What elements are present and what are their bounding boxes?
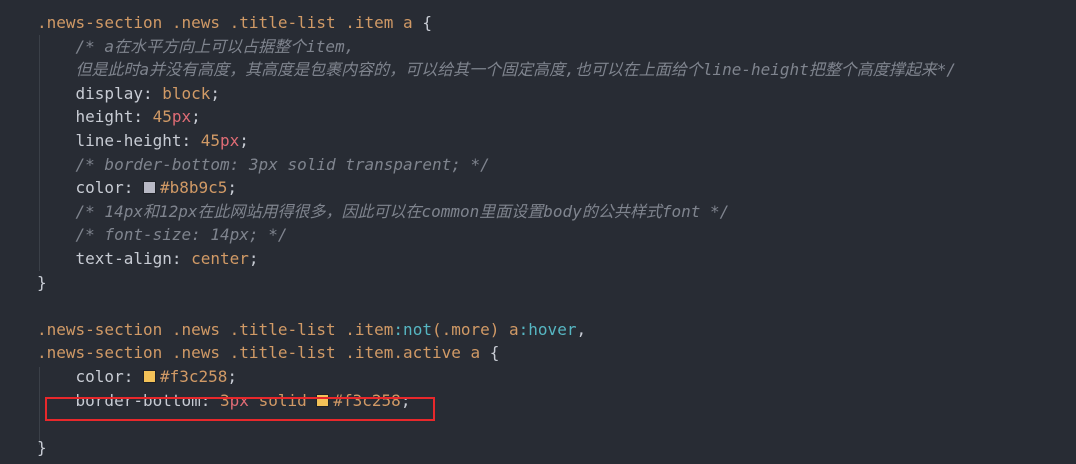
code-line[interactable]: border-bottom: 3px solid #f3c258; (37, 389, 411, 413)
code-line[interactable]: .news-section .news .title-list .item a … (37, 11, 432, 35)
code-token: ; (248, 249, 259, 268)
code-line[interactable]: color: #b8b9c5; (37, 176, 238, 200)
code-token: ; (227, 367, 238, 386)
code-line[interactable]: display: block; (37, 82, 221, 106)
code-token: text-align (37, 249, 172, 268)
code-line[interactable]: color: #f3c258; (37, 365, 238, 389)
code-token: ; (191, 107, 201, 127)
code-token: #f3c258 (159, 367, 228, 386)
code-token: : (200, 390, 221, 410)
code-token: height (37, 107, 134, 127)
code-token: { (480, 343, 500, 363)
code-line[interactable]: .news-section .news .title-list .item:no… (37, 318, 586, 342)
color-swatch (142, 370, 156, 383)
code-token: /* font-size: 14px; */ (37, 225, 288, 245)
code-token: #b8b9c5 (159, 178, 228, 198)
code-token: 但是此时a并没有高度，其高度是包裹内容的，可以给其一个固定高度,也可以在上面给个… (37, 60, 957, 80)
code-token: , (576, 319, 587, 339)
code-token: ; (227, 178, 238, 198)
code-line[interactable]: } (37, 271, 47, 295)
code-token: : (181, 131, 201, 150)
code-line[interactable]: line-height: 45px; (37, 129, 249, 153)
code-token: ; (210, 83, 221, 103)
code-line[interactable]: text-align: center; (37, 247, 259, 271)
code-token: color (37, 367, 124, 386)
code-token: .news-section .news .title-list .item (37, 319, 394, 339)
code-token: .news-section .news .title-list .item a (37, 13, 413, 32)
code-line[interactable]: /* border-bottom: 3px solid transparent;… (37, 153, 490, 177)
code-token: (.more) (431, 319, 500, 339)
code-line[interactable]: height: 45px; (37, 105, 201, 129)
code-token: ; (239, 131, 249, 150)
code-token: block (162, 83, 211, 103)
code-token: : (123, 178, 143, 198)
code-token: px (220, 131, 240, 150)
code-token: } (37, 272, 47, 292)
code-token: : (171, 249, 192, 268)
code-line[interactable]: /* 14px和12px在此网站用得很多，因此可以在common里面设置body… (37, 200, 730, 224)
code-token: 45 (152, 107, 172, 127)
code-token: :not (393, 319, 432, 339)
code-token: solid (248, 390, 317, 410)
code-token: /* border-bottom: 3px solid transparent;… (37, 154, 490, 174)
color-swatch (142, 181, 156, 195)
code-token: #f3c258 (333, 390, 401, 410)
code-token: .news-section .news .title-list .item.ac… (37, 343, 481, 363)
code-token: : (142, 83, 163, 103)
code-token: 45 (200, 131, 221, 150)
code-token: border-bottom (37, 390, 201, 410)
code-token: : (123, 367, 143, 386)
code-token: :hover (518, 319, 577, 339)
code-token: } (37, 437, 47, 457)
code-line[interactable]: /* font-size: 14px; */ (37, 223, 288, 247)
code-token: : (133, 107, 153, 127)
code-line[interactable]: /* a在水平方向上可以占据整个item, (37, 35, 355, 59)
code-token: px (171, 107, 192, 127)
code-editor[interactable]: .news-section .news .title-list .item a … (0, 0, 1076, 464)
color-swatch (316, 393, 330, 407)
code-token: display (37, 83, 143, 103)
code-token: a (499, 319, 519, 339)
code-token: center (191, 249, 249, 268)
code-line[interactable]: .news-section .news .title-list .item.ac… (37, 341, 499, 365)
code-token: px (229, 390, 249, 410)
code-token: ; (400, 390, 411, 410)
code-token: color (37, 178, 124, 198)
code-line[interactable]: } (37, 436, 47, 460)
code-line[interactable]: 但是此时a并没有高度，其高度是包裹内容的，可以给其一个固定高度,也可以在上面给个… (37, 58, 957, 82)
code-token: /* 14px和12px在此网站用得很多，因此可以在common里面设置body… (37, 201, 730, 221)
code-token: { (412, 13, 432, 32)
code-token: /* a在水平方向上可以占据整个item, (37, 36, 355, 56)
code-token: 3 (220, 390, 230, 410)
code-token: line-height (37, 131, 182, 150)
